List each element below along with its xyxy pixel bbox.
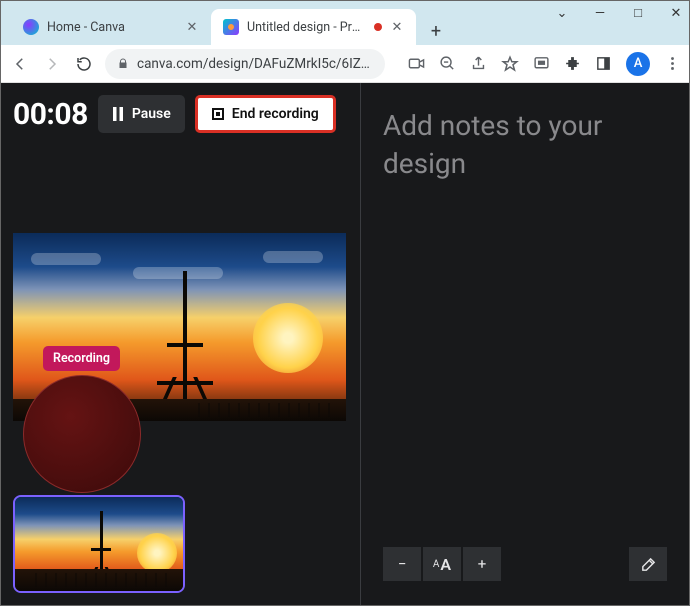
close-window-button[interactable]: ✕ (669, 6, 683, 21)
forward-icon (43, 55, 61, 73)
tab-home-canva[interactable]: Home - Canva ✕ (11, 9, 211, 45)
slide-image (15, 497, 183, 591)
star-icon[interactable] (501, 55, 519, 73)
edit-notes-button[interactable] (629, 547, 667, 581)
tab-title: Home - Canva (47, 20, 177, 35)
end-recording-button[interactable]: End recording (195, 95, 336, 133)
current-slide-preview: Recording (13, 233, 348, 421)
back-icon (11, 55, 29, 73)
extensions-icon[interactable] (564, 55, 581, 72)
forward-button[interactable] (41, 53, 63, 75)
cloud-shape (263, 251, 323, 263)
font-increase-button[interactable]: + (463, 547, 501, 581)
end-recording-label: End recording (232, 106, 319, 122)
edit-icon (640, 556, 657, 573)
notes-pane: Add notes to your design − AA + (361, 83, 689, 605)
cast-icon[interactable] (533, 55, 550, 72)
toolbar-icons: A (408, 52, 681, 76)
font-decrease-button[interactable]: − (383, 547, 421, 581)
tab-title: Untitled design - Prese (247, 20, 364, 35)
notes-input[interactable]: Add notes to your design (383, 107, 667, 183)
camera-icon[interactable] (408, 55, 425, 72)
menu-icon[interactable] (664, 55, 681, 72)
browser-tabs: Home - Canva ✕ Untitled design - Prese ✕… (1, 7, 450, 45)
pause-button[interactable]: Pause (98, 95, 185, 133)
share-icon[interactable] (470, 55, 487, 72)
tab-untitled-design[interactable]: Untitled design - Prese ✕ (211, 9, 416, 45)
plus-icon: + (478, 555, 487, 573)
close-icon[interactable]: ✕ (185, 20, 199, 34)
recording-status-badge: Recording (43, 346, 120, 371)
slide-thumbnail-1[interactable] (13, 495, 185, 593)
url-text: canva.com/design/DAFuZMrkI5c/6IZOHI… (137, 56, 373, 72)
minus-icon: − (398, 555, 407, 573)
back-button[interactable] (9, 53, 31, 75)
sun-shape (253, 303, 323, 373)
slide-thumbnails (13, 491, 348, 593)
recording-timer: 00:08 (13, 97, 88, 132)
avatar-initial: A (634, 56, 643, 71)
notes-toolbar: − AA + (383, 547, 667, 581)
close-icon[interactable]: ✕ (390, 20, 404, 34)
address-bar[interactable]: canva.com/design/DAFuZMrkI5c/6IZOHI… (105, 49, 385, 79)
webcam-bubble[interactable] (23, 375, 141, 493)
chevron-down-icon[interactable]: ⌄ (555, 6, 569, 21)
presenter-left-pane: 00:08 Pause End recording Recording (1, 83, 361, 605)
recording-indicator-icon (374, 23, 382, 31)
maximize-button[interactable]: □ (631, 5, 645, 21)
profile-avatar[interactable]: A (626, 52, 650, 76)
recording-controls: 00:08 Pause End recording (13, 95, 348, 133)
zoom-icon[interactable] (439, 55, 456, 72)
canva-favicon-icon (23, 19, 39, 35)
reload-icon (75, 55, 93, 73)
ground-shape (15, 569, 183, 591)
stop-icon (212, 108, 224, 120)
pause-label: Pause (132, 106, 171, 122)
sun-shape (137, 533, 177, 573)
small-a-icon: A (433, 559, 440, 570)
reload-button[interactable] (73, 53, 95, 75)
pause-icon (112, 107, 124, 121)
browser-toolbar: canva.com/design/DAFuZMrkI5c/6IZOHI… A (1, 45, 689, 83)
window-controls: ⌄ — □ ✕ (555, 5, 683, 21)
new-tab-button[interactable]: + (422, 17, 450, 45)
canva-doc-favicon-icon (223, 19, 239, 35)
lock-icon (117, 57, 129, 70)
reader-icon[interactable] (595, 55, 612, 72)
plus-icon: + (431, 21, 441, 42)
minimize-button[interactable]: — (593, 6, 607, 21)
cloud-shape (133, 267, 223, 279)
big-a-icon: A (440, 555, 451, 574)
window-titlebar: Home - Canva ✕ Untitled design - Prese ✕… (1, 1, 689, 45)
cloud-shape (31, 253, 101, 265)
canva-presenter-app: 00:08 Pause End recording Recording (1, 83, 689, 605)
font-size-indicator[interactable]: AA (423, 547, 461, 581)
